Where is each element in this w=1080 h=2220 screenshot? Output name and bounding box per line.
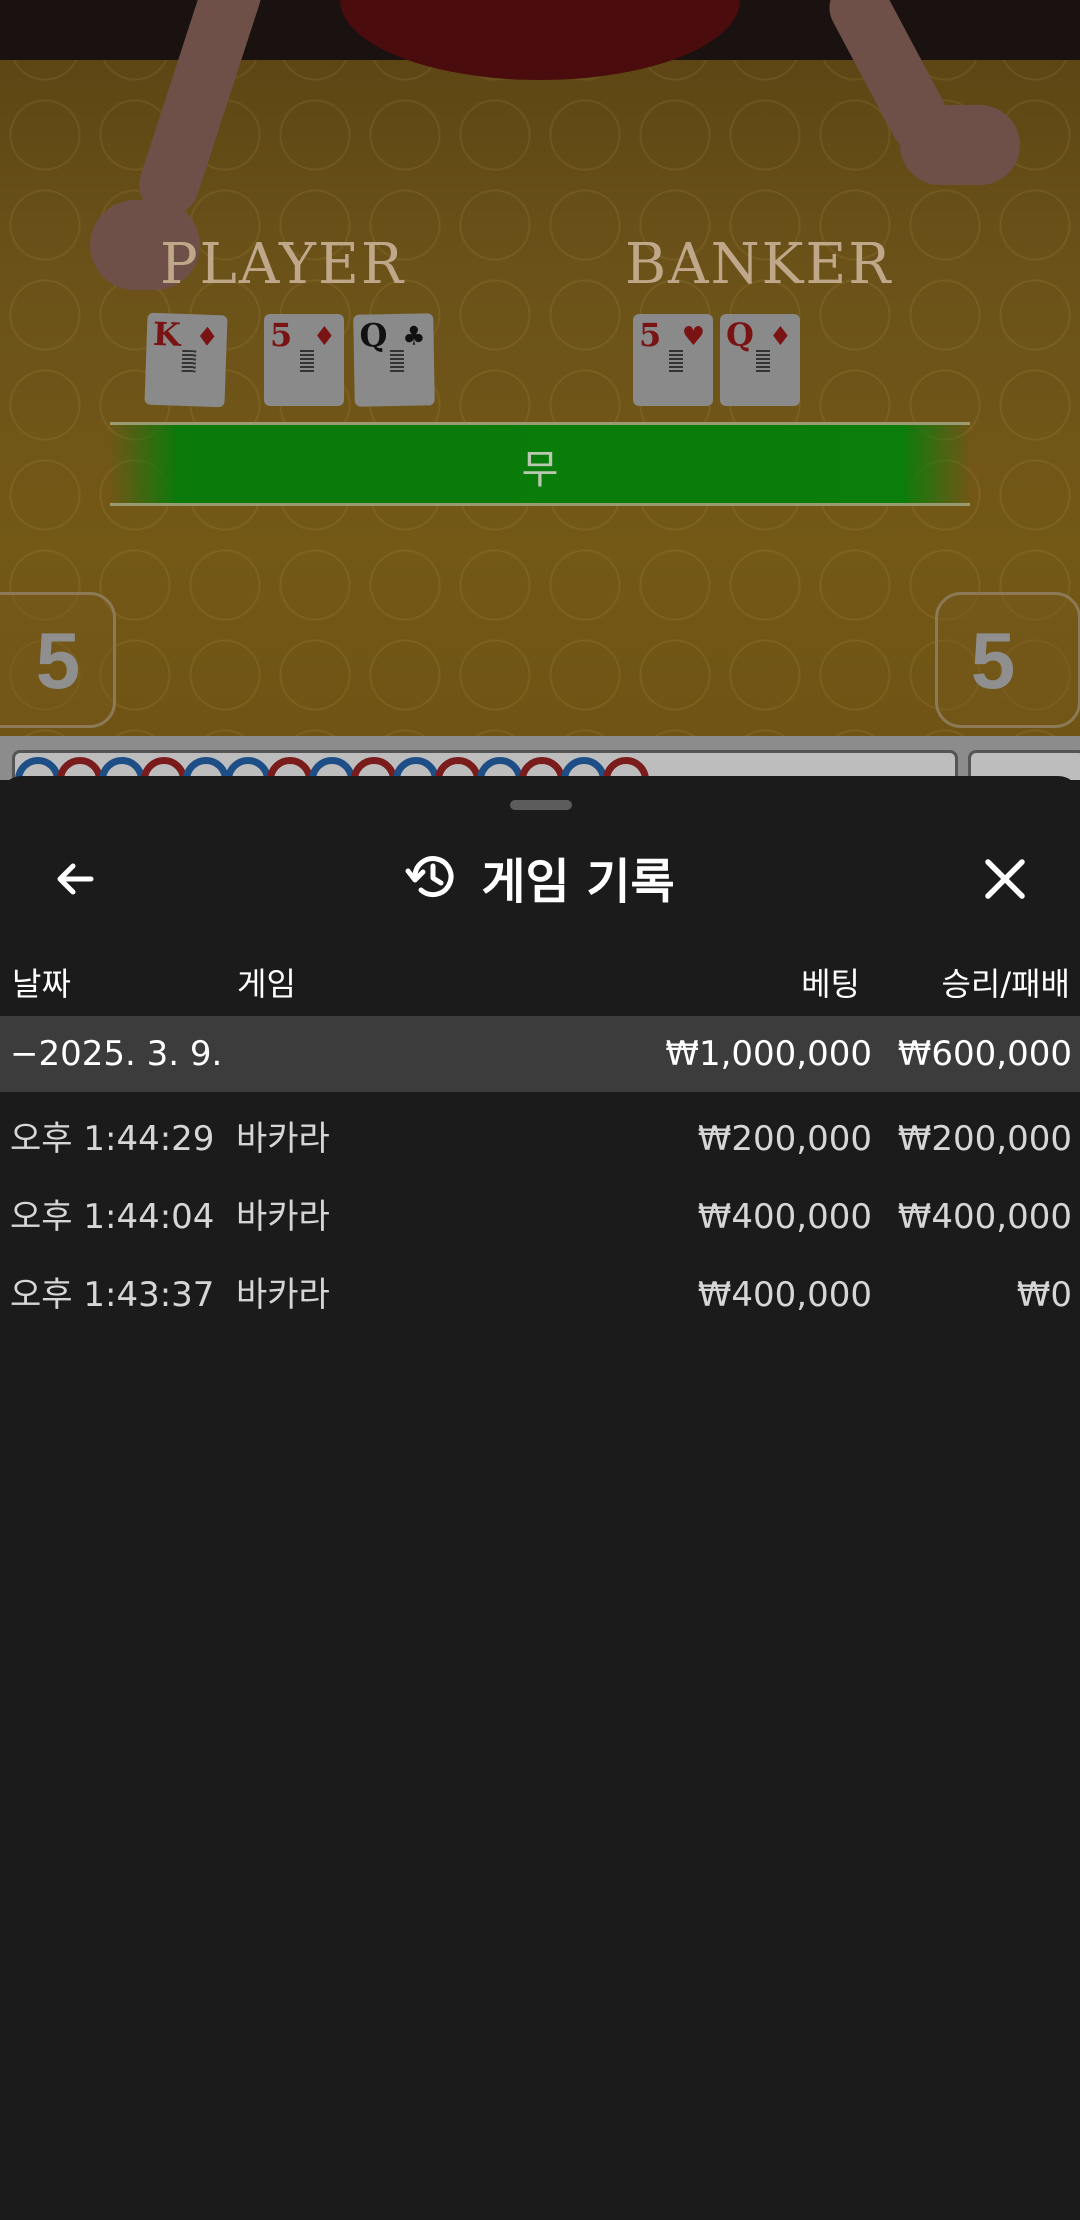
player-card: Q ♣ [353, 313, 435, 407]
round-result-banner: 무 [110, 422, 970, 506]
row-bet: ₩200,000 [697, 1119, 872, 1159]
app-root: PLAYER BANKER K ♦ 5 ♦ Q ♣ 5 ♥ Q ♦ 무 5 5 … [0, 0, 1080, 2220]
banker-score: 5 [970, 616, 1016, 705]
row-game: 바카라 [236, 1197, 330, 1237]
history-row[interactable]: 오후 1:44:04 바카라 ₩400,000 ₩400,000 [0, 1178, 1080, 1256]
player-card: K ♦ [144, 312, 228, 408]
player-score-box: 5 [0, 592, 116, 728]
row-game: 바카라 [236, 1275, 330, 1315]
column-header-win-loss: 승리/패배 [941, 965, 1070, 1003]
banker-score-box: 5 [935, 592, 1080, 728]
close-icon [985, 859, 1025, 899]
row-bet: ₩400,000 [697, 1275, 872, 1315]
row-win-loss: ₩200,000 [897, 1119, 1072, 1159]
baccarat-table-video: PLAYER BANKER K ♦ 5 ♦ Q ♣ 5 ♥ Q ♦ 무 5 5 [0, 0, 1080, 780]
history-row[interactable]: 오후 1:43:37 바카라 ₩400,000 ₩0 [0, 1256, 1080, 1334]
history-icon [405, 856, 454, 898]
row-win-loss: ₩0 [1016, 1275, 1072, 1315]
close-button[interactable] [970, 844, 1040, 914]
row-bet: ₩400,000 [697, 1197, 872, 1237]
roadmap-strip [0, 736, 1080, 780]
group-bet-total: ₩1,000,000 [665, 1034, 872, 1074]
banker-label: BANKER [625, 232, 893, 297]
sheet-title-text: 게임 기록 [481, 854, 675, 910]
column-header-date: 날짜 [12, 965, 71, 1003]
column-header-game: 게임 [237, 965, 296, 1003]
sheet-title: 게임 기록 [0, 842, 1080, 912]
sheet-drag-handle[interactable] [510, 800, 572, 810]
banker-card: 5 ♥ [633, 314, 713, 406]
row-time: 오후 1:44:04 [10, 1197, 215, 1237]
history-row[interactable]: 오후 1:44:29 바카라 ₩200,000 ₩200,000 [0, 1100, 1080, 1178]
player-label: PLAYER [160, 232, 406, 297]
player-card: 5 ♦ [264, 314, 344, 406]
group-date: −2025. 3. 9. [10, 1034, 223, 1074]
row-win-loss: ₩400,000 [897, 1197, 1072, 1237]
date-group-row[interactable]: −2025. 3. 9. ₩1,000,000 ₩600,000 [0, 1016, 1080, 1092]
round-result-text: 무 [521, 447, 559, 493]
group-win-loss-total: ₩600,000 [897, 1034, 1072, 1074]
row-time: 오후 1:44:29 [10, 1119, 215, 1159]
column-header-bet: 베팅 [801, 965, 860, 1003]
sheet-header: 게임 기록 [0, 830, 1080, 950]
row-time: 오후 1:43:37 [10, 1275, 215, 1315]
banker-card: Q ♦ [720, 314, 800, 406]
row-game: 바카라 [236, 1119, 330, 1159]
player-score: 5 [35, 616, 81, 705]
game-history-sheet: 게임 기록 날짜 게임 베팅 승리/패배 −2025. 3. 9. ₩1,000… [0, 776, 1080, 2220]
